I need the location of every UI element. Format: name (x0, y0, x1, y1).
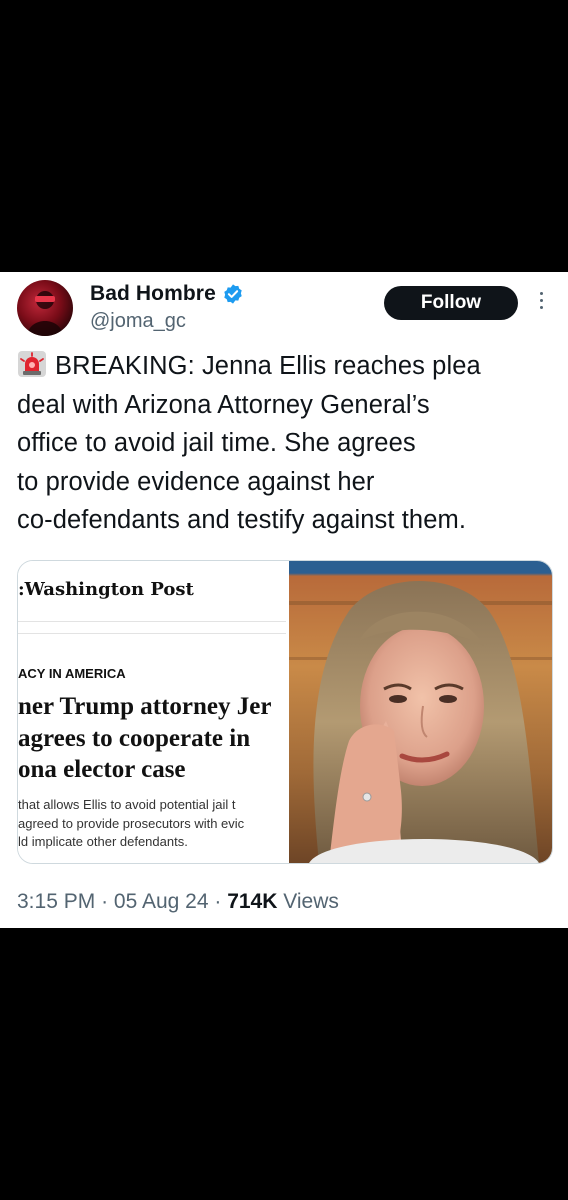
tweet-date[interactable]: 05 Aug 24 (114, 890, 209, 913)
divider (18, 621, 286, 622)
tweet-card: Bad Hombre @joma_gc Follow BREAKING: Jen… (0, 272, 568, 928)
article-screenshot: :Washington Post ACY IN AMERICA ner Trum… (18, 561, 286, 863)
news-photo (289, 561, 552, 863)
tweet-text-line: to provide evidence against her (17, 467, 375, 496)
siren-emoji-icon (17, 350, 47, 378)
separator: · (101, 890, 109, 913)
subtext-line: agreed to provide prosecutors with evic (18, 815, 245, 831)
headline-line: agrees to cooperate in (18, 724, 251, 752)
display-name[interactable]: Bad Hombre (90, 282, 216, 306)
follow-button[interactable]: Follow (384, 286, 518, 320)
headline-line: ona elector case (18, 756, 186, 783)
subtext-line: that allows Ellis to avoid potential jai… (18, 797, 236, 812)
tweet-text-line: office to avoid jail time. She agrees (17, 429, 416, 457)
tweet-media[interactable]: :Washington Post ACY IN AMERICA ner Trum… (17, 560, 553, 864)
headline-line: ner Trump attorney Jer (18, 693, 272, 720)
avatar[interactable] (17, 280, 73, 336)
user-handle[interactable]: @joma_gc (90, 310, 186, 333)
tweet-text: BREAKING: Jenna Ellis reaches plea deal … (17, 347, 557, 540)
article-subtext: that allows Ellis to avoid potential jai… (18, 796, 286, 852)
tweet-text-line: co-defendants and testify against them. (17, 506, 467, 534)
article-kicker: ACY IN AMERICA (18, 666, 126, 681)
views-count: 714K (227, 890, 278, 913)
more-options-icon[interactable] (536, 292, 546, 314)
separator: · (214, 890, 222, 913)
tweet-time[interactable]: 3:15 PM (17, 890, 95, 913)
tweet-metadata: 3:15 PM · 05 Aug 24 · 714K Views (17, 890, 339, 914)
tweet-text-line: BREAKING: Jenna Ellis reaches plea (55, 352, 481, 380)
verified-badge-icon (224, 284, 242, 304)
masthead: :Washington Post (18, 579, 194, 600)
tweet-line: BREAKING: Jenna Ellis reaches plea (17, 347, 557, 386)
views-label: Views (283, 890, 339, 913)
tweet-text-line: deal with Arizona Attorney General’s (17, 390, 430, 419)
subtext-line: ld implicate other defendants. (18, 834, 188, 849)
article-headline: ner Trump attorney Jer agrees to coopera… (18, 691, 286, 786)
divider (18, 633, 286, 634)
